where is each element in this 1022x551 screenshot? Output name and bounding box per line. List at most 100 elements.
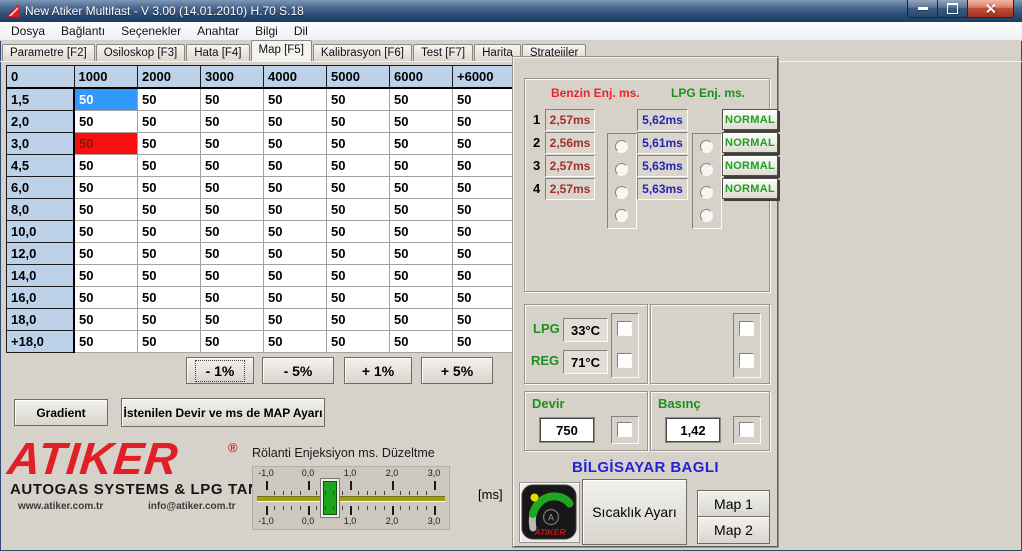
- map-cell[interactable]: 50: [137, 154, 201, 177]
- lpg-radio-4[interactable]: [700, 209, 713, 222]
- map-cell[interactable]: 50: [137, 198, 201, 221]
- map-cell[interactable]: 50: [73, 330, 138, 353]
- benzin-radio-3[interactable]: [615, 186, 628, 199]
- lpg-radio-3[interactable]: [700, 186, 713, 199]
- map-cell[interactable]: 50: [200, 176, 264, 199]
- map-cell[interactable]: 50: [137, 132, 201, 155]
- map-cell[interactable]: 50: [200, 154, 264, 177]
- injector-status-button[interactable]: NORMAL: [722, 132, 778, 153]
- map-cell[interactable]: 50: [452, 308, 516, 331]
- map-cell[interactable]: 50: [137, 330, 201, 353]
- map-cell[interactable]: 50: [326, 220, 390, 243]
- map-cell[interactable]: 50: [73, 154, 138, 177]
- map-cell[interactable]: 50: [326, 154, 390, 177]
- map-cell[interactable]: 50: [389, 132, 453, 155]
- map-cell[interactable]: 50: [326, 286, 390, 309]
- map-cell[interactable]: 50: [200, 308, 264, 331]
- map-cell[interactable]: 50: [326, 264, 390, 287]
- map-cell[interactable]: 50: [452, 264, 516, 287]
- map-cell[interactable]: 50: [389, 198, 453, 221]
- map-cell[interactable]: 50: [137, 87, 201, 111]
- map-cell[interactable]: 50: [200, 132, 264, 155]
- gauge-button[interactable]: A ATIKER: [519, 482, 580, 543]
- tab-hata[interactable]: Hata [F4]: [186, 44, 250, 61]
- map-cell[interactable]: 50: [452, 154, 516, 177]
- map-cell[interactable]: 50: [200, 110, 264, 133]
- gradient-button[interactable]: Gradient: [14, 399, 108, 426]
- map-cell[interactable]: 50: [389, 308, 453, 331]
- map-cell[interactable]: 50: [389, 220, 453, 243]
- map-cell[interactable]: 50: [389, 110, 453, 133]
- map-cell[interactable]: 50: [452, 87, 516, 111]
- map-cell[interactable]: 50: [137, 220, 201, 243]
- map-cell[interactable]: 50: [452, 330, 516, 353]
- map-cell[interactable]: 50: [200, 264, 264, 287]
- map-cell[interactable]: 50: [73, 242, 138, 265]
- minimize-button[interactable]: [907, 0, 938, 18]
- map-cell[interactable]: 50: [200, 87, 264, 111]
- map-cell[interactable]: 50: [73, 286, 138, 309]
- map-cell[interactable]: 50: [389, 242, 453, 265]
- tab-map[interactable]: Map [F5]: [250, 40, 312, 61]
- map-cell[interactable]: 50: [452, 286, 516, 309]
- slider-thumb[interactable]: [320, 478, 340, 518]
- map-cell[interactable]: 50: [326, 176, 390, 199]
- benzin-radio-4[interactable]: [615, 209, 628, 222]
- map-cell[interactable]: 50: [326, 242, 390, 265]
- menu-item-anahtar[interactable]: Anahtar: [189, 22, 247, 40]
- map-cell[interactable]: 50: [200, 330, 264, 353]
- minus-1-percent-button[interactable]: - 1%: [186, 357, 254, 384]
- aux-checkbox-1[interactable]: [739, 321, 754, 336]
- map-cell[interactable]: 50: [73, 87, 138, 111]
- rpm-checkbox[interactable]: [617, 422, 632, 437]
- map-cell[interactable]: 50: [452, 132, 516, 155]
- menu-item-secenekler[interactable]: Seçenekler: [113, 22, 189, 40]
- plus-5-percent-button[interactable]: + 5%: [421, 357, 493, 384]
- map-cell[interactable]: 50: [263, 176, 327, 199]
- tab-kalibrasyon[interactable]: Kalibrasyon [F6]: [312, 44, 413, 61]
- benzin-radio-1[interactable]: [615, 140, 628, 153]
- map-cell[interactable]: 50: [73, 198, 138, 221]
- map-cell[interactable]: 50: [137, 242, 201, 265]
- map-cell[interactable]: 50: [389, 154, 453, 177]
- maximize-button[interactable]: [938, 0, 967, 18]
- close-button[interactable]: [967, 0, 1014, 18]
- injector-status-button[interactable]: NORMAL: [722, 178, 778, 199]
- map-cell[interactable]: 50: [452, 176, 516, 199]
- map-cell[interactable]: 50: [73, 264, 138, 287]
- map-cell[interactable]: 50: [137, 286, 201, 309]
- map-cell[interactable]: 50: [452, 110, 516, 133]
- slider-track[interactable]: [257, 496, 445, 502]
- map-cell[interactable]: 50: [137, 308, 201, 331]
- map1-button[interactable]: Map 1: [697, 490, 770, 518]
- map-cell[interactable]: 50: [452, 220, 516, 243]
- temperature-setting-button[interactable]: Sıcaklık Ayarı: [582, 479, 687, 545]
- injector-status-button[interactable]: NORMAL: [722, 155, 778, 176]
- map-cell[interactable]: 50: [73, 220, 138, 243]
- map-adjust-button[interactable]: İstenilen Devir ve ms de MAP Ayarı: [121, 398, 325, 427]
- map-cell[interactable]: 50: [137, 110, 201, 133]
- tab-test[interactable]: Test [F7]: [413, 44, 474, 61]
- map-cell[interactable]: 50: [200, 242, 264, 265]
- map-cell[interactable]: 50: [263, 132, 327, 155]
- map-cell[interactable]: 50: [73, 176, 138, 199]
- lpg-radio-2[interactable]: [700, 163, 713, 176]
- map-cell[interactable]: 50: [263, 308, 327, 331]
- map-cell[interactable]: 50: [389, 286, 453, 309]
- map-cell[interactable]: 50: [263, 286, 327, 309]
- aux-checkbox-2[interactable]: [739, 353, 754, 368]
- map-cell[interactable]: 50: [263, 330, 327, 353]
- map-cell[interactable]: 50: [326, 87, 390, 111]
- map-cell[interactable]: 50: [200, 220, 264, 243]
- map-cell[interactable]: 50: [326, 308, 390, 331]
- map-cell[interactable]: 50: [263, 264, 327, 287]
- map-cell[interactable]: 50: [326, 110, 390, 133]
- map-cell[interactable]: 50: [389, 87, 453, 111]
- menu-item-dil[interactable]: Dil: [286, 22, 316, 40]
- map-cell[interactable]: 50: [263, 154, 327, 177]
- menu-item-dosya[interactable]: Dosya: [3, 22, 53, 40]
- pressure-checkbox[interactable]: [739, 422, 754, 437]
- lpg-temp-checkbox[interactable]: [617, 321, 632, 336]
- map-cell[interactable]: 50: [73, 132, 138, 155]
- map-cell[interactable]: 50: [452, 198, 516, 221]
